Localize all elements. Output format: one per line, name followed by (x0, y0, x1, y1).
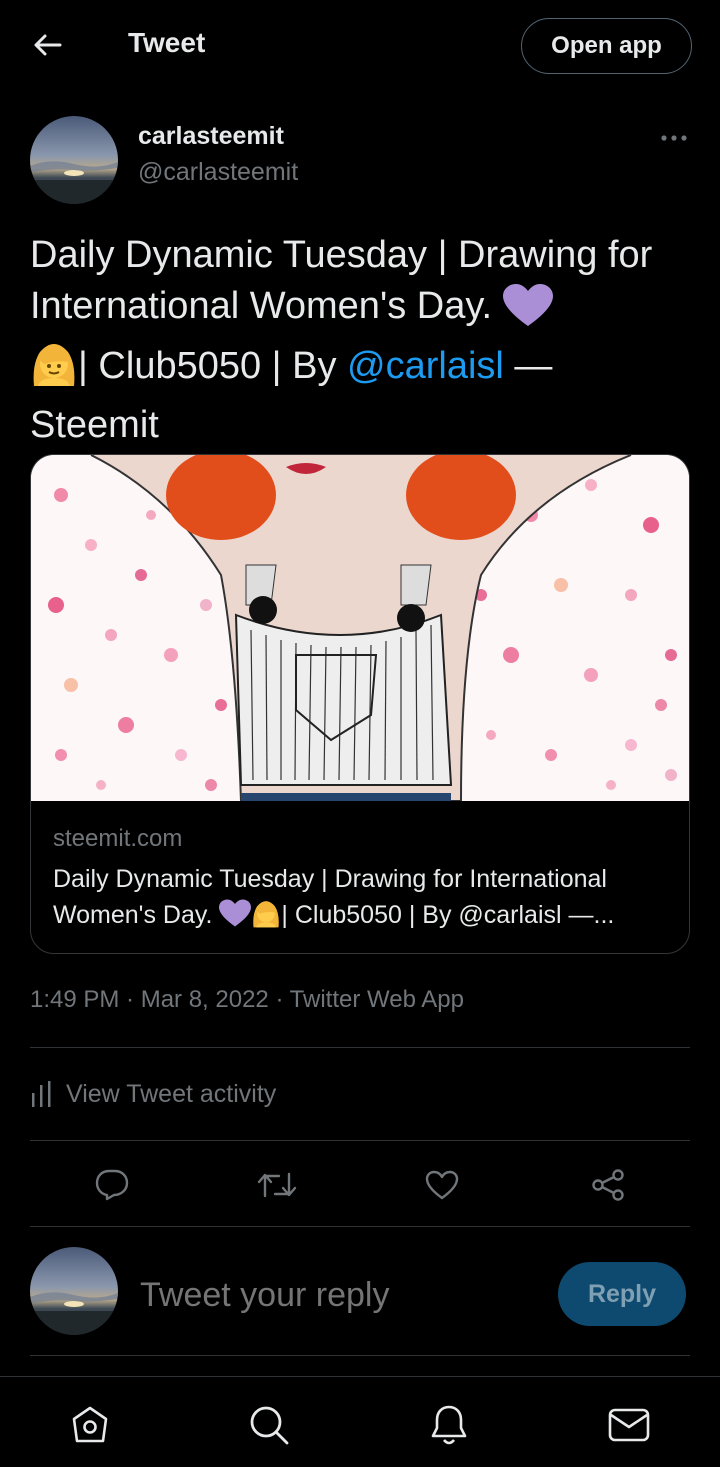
woman-blond-icon (251, 898, 281, 938)
user-avatar[interactable] (30, 1247, 118, 1335)
card-image (31, 455, 689, 802)
search-icon (250, 1406, 289, 1445)
reply-bubble-icon (95, 1169, 129, 1201)
link-card[interactable]: steemit.com Daily Dynamic Tuesday | Draw… (30, 454, 690, 954)
card-title-end: | Club5050 | By @carlaisl —... (281, 901, 615, 929)
author-name[interactable]: carlasteemit (138, 122, 284, 151)
card-domain: steemit.com (53, 825, 183, 852)
author-avatar[interactable] (30, 116, 118, 204)
tweet-actions (30, 1160, 690, 1210)
bell-icon (431, 1405, 467, 1445)
nav-notifications[interactable] (427, 1403, 471, 1447)
more-options-button[interactable] (658, 126, 690, 150)
retweet-button[interactable] (252, 1160, 302, 1210)
reply-input[interactable] (140, 1270, 520, 1320)
tweet-text-club: | Club5050 | By (78, 345, 348, 387)
divider (30, 1047, 690, 1048)
home-icon (72, 1406, 108, 1443)
page-title: Tweet (128, 27, 206, 58)
nav-messages[interactable] (607, 1403, 651, 1447)
mail-icon (608, 1408, 650, 1442)
retweet-icon (257, 1172, 297, 1198)
back-button[interactable] (28, 26, 66, 64)
like-button[interactable] (417, 1160, 467, 1210)
share-button[interactable] (583, 1160, 633, 1210)
nav-search[interactable] (247, 1403, 291, 1447)
card-title: Daily Dynamic Tuesday | Drawing for Inte… (53, 861, 668, 938)
mention-link[interactable]: @carlaisl (347, 345, 504, 387)
divider (30, 1140, 690, 1141)
arrow-left-icon (34, 34, 62, 56)
bottom-navigation (0, 1376, 720, 1467)
view-activity-link[interactable]: View Tweet activity (30, 1074, 276, 1114)
author-handle[interactable]: @carlasteemit (138, 158, 298, 187)
purple-heart-icon (502, 284, 553, 340)
tweet-text: Daily Dynamic Tuesday | Drawing for Inte… (30, 230, 690, 451)
more-dots-icon (661, 135, 687, 141)
bar-chart-icon (32, 1081, 51, 1107)
woman-blond-icon (30, 340, 78, 400)
tweet-text-main: Daily Dynamic Tuesday | Drawing for Inte… (30, 234, 653, 327)
activity-label: View Tweet activity (66, 1079, 277, 1108)
share-icon (592, 1169, 624, 1201)
reply-button[interactable] (87, 1160, 137, 1210)
reply-submit-button[interactable]: Reply (558, 1262, 686, 1326)
open-app-button[interactable]: Open app (521, 18, 692, 74)
top-bar: Tweet Open app (0, 0, 720, 92)
heart-icon (425, 1170, 459, 1200)
divider (30, 1226, 690, 1227)
purple-heart-icon (219, 899, 252, 937)
tweet-timestamp[interactable]: 1:49 PM · Mar 8, 2022 · Twitter Web App (30, 986, 464, 1014)
divider (30, 1355, 690, 1356)
nav-home[interactable] (68, 1403, 112, 1447)
